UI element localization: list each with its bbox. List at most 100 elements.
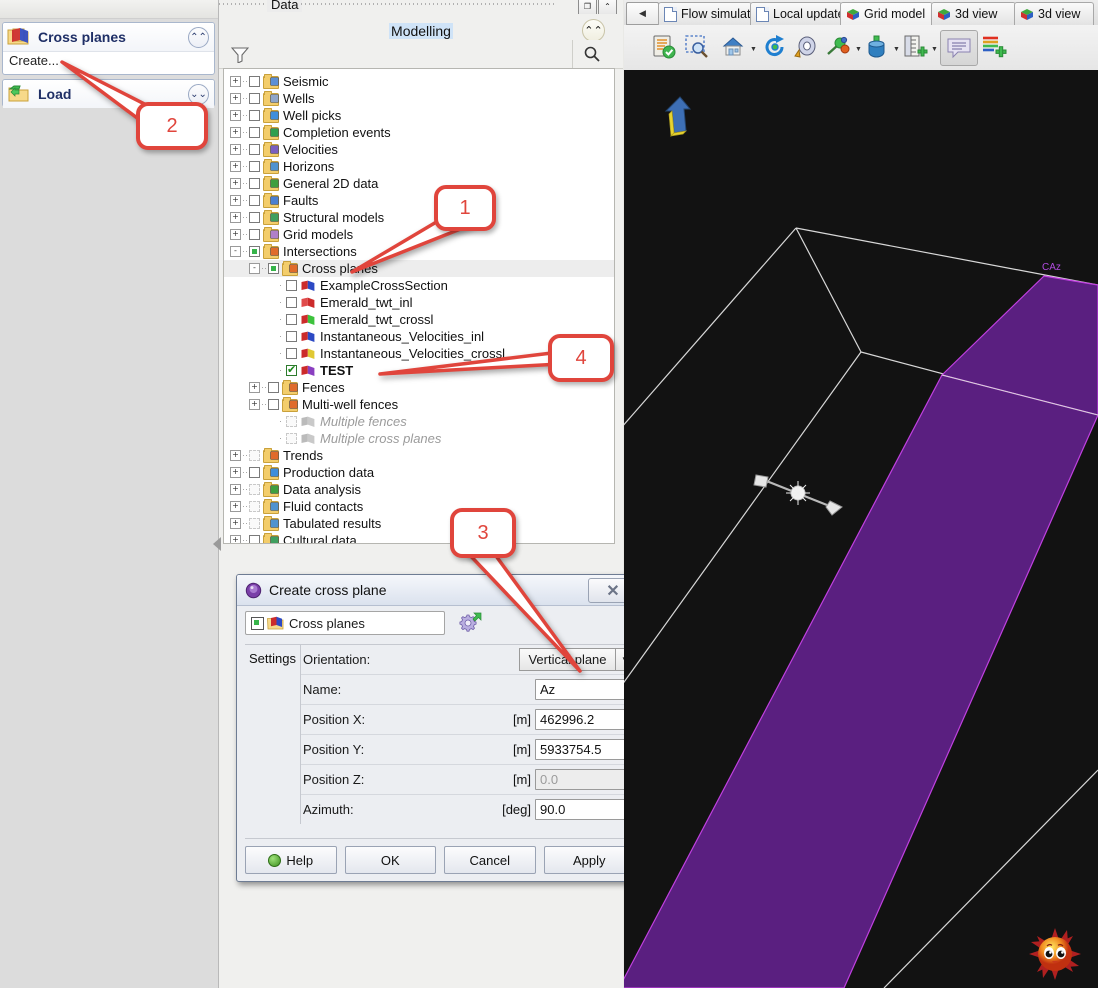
expand-node-icon[interactable]: + bbox=[230, 467, 241, 478]
data-tree-container[interactable]: + ·· Seismic + ·· Wells + ·· Well picks + ·· Comple… bbox=[223, 68, 615, 544]
expand-node-icon[interactable]: + bbox=[230, 93, 241, 104]
tree-item-checkbox[interactable] bbox=[286, 280, 297, 291]
expand-node-icon[interactable]: + bbox=[230, 144, 241, 155]
tree-item-cultural-data[interactable]: + ·· Cultural data bbox=[230, 532, 614, 543]
tree-item-checkbox[interactable] bbox=[249, 144, 260, 155]
tree-item-checkbox[interactable] bbox=[286, 314, 297, 325]
tree-item-checkbox[interactable] bbox=[268, 382, 279, 393]
field-input[interactable]: Az bbox=[535, 679, 635, 700]
well-tool-icon[interactable] bbox=[863, 33, 891, 61]
settings-tab-label[interactable]: Settings bbox=[245, 645, 301, 824]
tree-item-checkbox[interactable] bbox=[249, 450, 260, 461]
annotation-icon[interactable] bbox=[940, 30, 978, 66]
add-scale-icon[interactable] bbox=[901, 33, 929, 61]
minimize-panel-button[interactable]: ⌃ bbox=[598, 0, 617, 15]
tree-item-emerald-twt-crossl[interactable]: · Emerald_twt_crossl bbox=[230, 311, 614, 328]
funnel-icon[interactable] bbox=[230, 46, 250, 66]
tree-item-checkbox[interactable] bbox=[249, 518, 260, 529]
tree-item-checkbox[interactable] bbox=[249, 484, 260, 495]
field-input[interactable]: 90.0 bbox=[535, 799, 635, 820]
tree-item-checkbox[interactable] bbox=[249, 178, 260, 189]
tree-item-checkbox[interactable] bbox=[286, 433, 297, 444]
tree-item-checkbox[interactable] bbox=[249, 467, 260, 478]
tree-item-checkbox[interactable] bbox=[268, 263, 279, 274]
tab-local-update[interactable]: Local update bbox=[750, 2, 842, 25]
chevron-down-icon[interactable]: ▼ bbox=[854, 45, 863, 54]
legend-add-icon[interactable] bbox=[980, 33, 1008, 61]
help-button[interactable]: Help bbox=[245, 846, 337, 874]
expand-node-icon[interactable]: + bbox=[249, 382, 260, 393]
tree-item-fluid-contacts[interactable]: + ·· Fluid contacts bbox=[230, 498, 614, 515]
cross-planes-section-header[interactable]: Cross planes ⌃⌃ bbox=[3, 23, 214, 51]
tree-item-checkbox[interactable] bbox=[249, 535, 260, 543]
tree-item-multiple-fences[interactable]: · Multiple fences bbox=[230, 413, 614, 430]
tree-item-data-analysis[interactable]: + ·· Data analysis bbox=[230, 481, 614, 498]
expand-node-icon[interactable]: + bbox=[230, 76, 241, 87]
tree-item-multi-well-fences[interactable]: + ·· Multi-well fences bbox=[230, 396, 614, 413]
apply-button[interactable]: Apply bbox=[543, 846, 635, 874]
tree-item-checkbox[interactable] bbox=[286, 363, 297, 376]
expand-node-icon[interactable]: + bbox=[230, 229, 241, 240]
expand-node-icon[interactable]: + bbox=[230, 535, 241, 543]
restore-window-button[interactable]: ❐ bbox=[578, 0, 597, 15]
tree-item-horizons[interactable]: + ·· Horizons bbox=[230, 158, 614, 175]
tree-item-checkbox[interactable] bbox=[249, 229, 260, 240]
3d-viewport[interactable]: CAz bbox=[624, 70, 1098, 988]
tree-item-completion-events[interactable]: + ·· Completion events bbox=[230, 124, 614, 141]
rotate-icon[interactable] bbox=[761, 33, 789, 61]
expand-node-icon[interactable]: + bbox=[230, 110, 241, 121]
tree-item-checkbox[interactable] bbox=[249, 195, 260, 206]
zoom-select-icon[interactable] bbox=[683, 33, 711, 61]
tab-3d-view[interactable]: 3d view bbox=[931, 2, 1016, 25]
tree-item-production-data[interactable]: + ·· Production data bbox=[230, 464, 614, 481]
pin-tool-icon[interactable] bbox=[825, 33, 853, 61]
tab-3d-view[interactable]: 3d view bbox=[1014, 2, 1094, 25]
tree-item-emerald-twt-inl[interactable]: · Emerald_twt_inl bbox=[230, 294, 614, 311]
tree-item-well-picks[interactable]: + ·· Well picks bbox=[230, 107, 614, 124]
expand-node-icon[interactable]: + bbox=[230, 484, 241, 495]
expand-node-icon[interactable]: + bbox=[249, 399, 260, 410]
expand-node-icon[interactable]: + bbox=[230, 501, 241, 512]
tree-item-checkbox[interactable] bbox=[249, 246, 260, 257]
expand-node-icon[interactable]: + bbox=[230, 127, 241, 138]
tree-item-trends[interactable]: + ·· Trends bbox=[230, 447, 614, 464]
tree-item-checkbox[interactable] bbox=[286, 297, 297, 308]
tree-item-tabulated-results[interactable]: + ·· Tabulated results bbox=[230, 515, 614, 532]
tree-item-checkbox[interactable] bbox=[286, 348, 297, 359]
chevron-down-icon[interactable]: ▼ bbox=[892, 45, 901, 54]
tab-scroll-left-button[interactable]: ◀ bbox=[626, 2, 659, 25]
expand-node-icon[interactable]: + bbox=[230, 518, 241, 529]
dialog-title-bar[interactable]: Create cross plane ✕ bbox=[237, 575, 643, 606]
tree-item-checkbox[interactable] bbox=[249, 501, 260, 512]
tree-item-checkbox[interactable] bbox=[249, 161, 260, 172]
tree-item-checkbox[interactable] bbox=[286, 416, 297, 427]
tree-item-checkbox[interactable] bbox=[249, 76, 260, 87]
modelling-collapse-chevron-icon[interactable]: ⌃⌃ bbox=[582, 19, 605, 42]
chevron-down-icon[interactable]: ▼ bbox=[930, 45, 939, 54]
expand-node-icon[interactable]: + bbox=[230, 450, 241, 461]
collapse-node-icon[interactable]: - bbox=[230, 246, 241, 257]
tree-item-checkbox[interactable] bbox=[286, 331, 297, 342]
tree-item-checkbox[interactable] bbox=[249, 110, 260, 121]
collapse-chevron-icon[interactable]: ⌃⌃ bbox=[188, 27, 209, 48]
tree-item-general-2d-data[interactable]: + ·· General 2D data bbox=[230, 175, 614, 192]
expand-node-icon[interactable]: + bbox=[230, 178, 241, 189]
expand-node-icon[interactable]: + bbox=[230, 195, 241, 206]
expand-node-icon[interactable]: + bbox=[230, 161, 241, 172]
collapse-left-arrow-icon[interactable] bbox=[212, 536, 223, 552]
search-icon[interactable] bbox=[583, 45, 601, 66]
tree-item-checkbox[interactable] bbox=[249, 93, 260, 104]
tree-item-velocities[interactable]: + ·· Velocities bbox=[230, 141, 614, 158]
checklist-icon[interactable] bbox=[650, 33, 678, 61]
tree-item-multiple-cross-planes[interactable]: · Multiple cross planes bbox=[230, 430, 614, 447]
tree-item-seismic[interactable]: + ·· Seismic bbox=[230, 73, 614, 90]
collapse-node-icon[interactable]: - bbox=[249, 263, 260, 274]
cross-planes-object-field[interactable]: Cross planes bbox=[245, 611, 445, 635]
data-tab-label[interactable]: Data bbox=[267, 0, 303, 12]
tree-item-wells[interactable]: + ·· Wells bbox=[230, 90, 614, 107]
chevron-down-icon[interactable]: ▼ bbox=[749, 45, 758, 54]
tree-item-checkbox[interactable] bbox=[268, 399, 279, 410]
tree-item-checkbox[interactable] bbox=[249, 212, 260, 223]
ok-button[interactable]: OK bbox=[344, 846, 436, 874]
tree-item-checkbox[interactable] bbox=[249, 127, 260, 138]
